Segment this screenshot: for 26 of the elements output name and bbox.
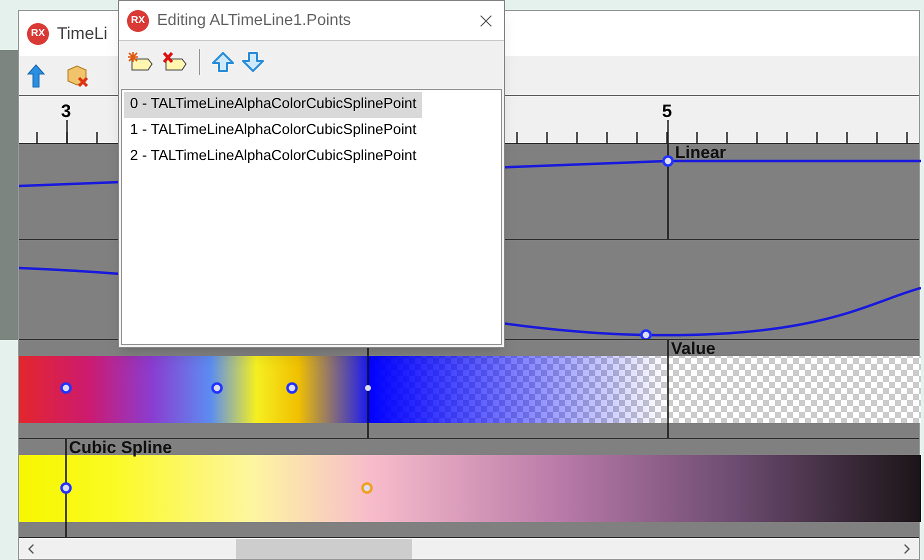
list-item[interactable]: 0 - TALTimeLineAlphaColorCubicSplinePoint	[124, 92, 422, 118]
point-marker[interactable]	[211, 382, 223, 394]
point-marker[interactable]	[286, 382, 298, 394]
horizontal-scrollbar[interactable]	[19, 538, 919, 559]
ruler-label: 5	[662, 100, 672, 123]
move-down-icon[interactable]	[242, 52, 264, 72]
ruler-label: 3	[61, 100, 72, 123]
point-marker[interactable]	[365, 385, 371, 391]
move-up-icon[interactable]	[212, 52, 234, 72]
dialog-title: Editing ALTimeLine1.Points	[157, 10, 352, 30]
curve-label: Value	[671, 340, 716, 358]
add-note-icon[interactable]	[127, 51, 153, 73]
curve-label: Cubic Spline	[69, 439, 172, 457]
point-marker[interactable]	[640, 329, 652, 339]
curve-label: Linear	[675, 144, 726, 162]
scrollbar-thumb[interactable]	[236, 538, 412, 558]
arrow-up-icon[interactable]	[27, 64, 45, 88]
point-marker[interactable]	[662, 155, 674, 167]
point-marker[interactable]	[60, 382, 72, 394]
window-title: TimeLi	[57, 22, 108, 45]
app-logo: RX	[27, 22, 49, 44]
delete-note-icon[interactable]	[161, 51, 187, 73]
app-logo: RX	[127, 10, 149, 32]
point-marker[interactable]	[60, 482, 72, 494]
point-marker[interactable]	[361, 482, 373, 494]
box-delete-icon[interactable]	[65, 64, 89, 88]
